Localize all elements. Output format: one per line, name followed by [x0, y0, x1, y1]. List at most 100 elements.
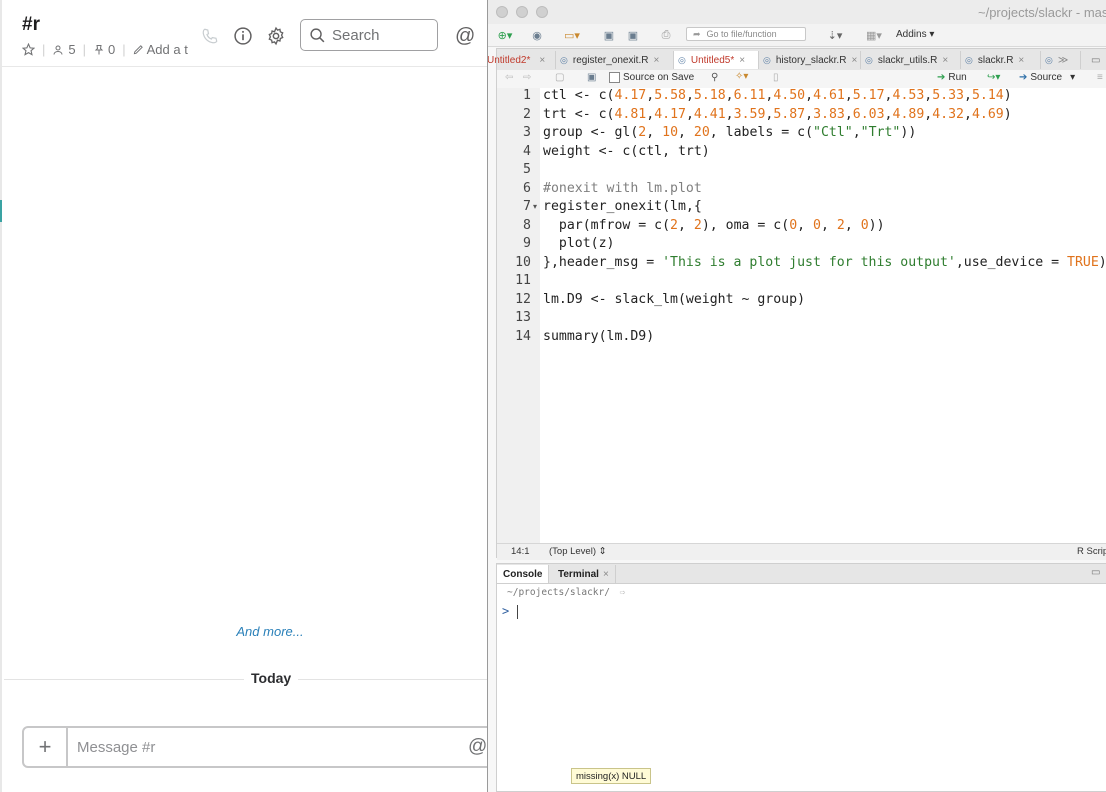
tab-slackr-utils[interactable]: ◎ slackr_utils.R × [861, 51, 961, 69]
r-file-icon: ◎ [560, 54, 568, 65]
line-number: 7 [523, 199, 531, 214]
pencil-icon [133, 45, 143, 55]
tab-terminal[interactable]: Terminal × [552, 565, 616, 583]
goto-file-input[interactable]: ➦ Go to file/function [686, 27, 806, 41]
maximize-pane-icon[interactable]: ▭ [1087, 51, 1106, 69]
gear-icon[interactable] [265, 25, 287, 47]
find-icon[interactable]: ⚲ [711, 72, 718, 83]
save-all-icon[interactable]: ▣ [626, 27, 640, 43]
code-tools-icon[interactable]: ✧▾ [735, 71, 748, 82]
rerun-icon[interactable]: ↪▾ [987, 72, 1000, 83]
outline-icon[interactable]: ≡ [1097, 72, 1103, 83]
fold-arrow-icon[interactable]: ▾ [533, 202, 537, 211]
add-attachment-button[interactable]: + [24, 728, 68, 766]
pinned-button[interactable]: 0 [93, 42, 115, 57]
message-input[interactable]: Message #r [77, 739, 155, 756]
scope-selector[interactable]: (Top Level) ⇕ [549, 546, 607, 557]
channel-title[interactable]: #r [22, 14, 40, 36]
line-number: 9 [523, 236, 531, 251]
tab-history-slackr[interactable]: ◎ history_slackr.R × [759, 51, 861, 69]
tab-label: slackr.R [977, 54, 1014, 66]
new-project-icon[interactable]: ◉ [528, 27, 546, 43]
version-control-icon[interactable]: ⇣▾ [822, 27, 848, 43]
info-icon[interactable] [232, 25, 254, 47]
message-composer[interactable]: + Message #r @ [22, 726, 487, 768]
line-number: 12 [515, 291, 531, 307]
close-icon[interactable]: × [1018, 55, 1024, 66]
r-file-icon: ◎ [865, 54, 873, 65]
file-type-selector[interactable]: R Script [1077, 546, 1106, 557]
checkbox[interactable] [609, 72, 620, 83]
source-button[interactable]: ➔ Source ▾ [1019, 72, 1075, 83]
window-title: ~/projects/slackr - master [978, 5, 1106, 20]
open-file-icon[interactable]: ▭▾ [560, 27, 584, 43]
editor-tabs: Untitled2* × ◎ register_onexit.R × ◎ Untitle… [488, 49, 1106, 71]
line-number: 2 [523, 106, 531, 122]
maximize-pane-icon[interactable]: ▭ [1091, 567, 1100, 578]
close-icon[interactable]: × [851, 55, 857, 66]
tab-slackr[interactable]: ◎ slackr.R × [961, 51, 1041, 69]
compile-report-icon[interactable]: ▯ [773, 72, 779, 83]
code-editor[interactable]: 1 2 3 4 5 6 7 ▾ 8 9 10 11 12 13 14 ctl <… [497, 88, 1106, 543]
pin-icon [94, 44, 104, 54]
rstudio-window: ~/projects/slackr - master ⊕▾ ◉ ▭▾ ▣ ▣ ⎙… [487, 0, 1106, 792]
new-file-icon[interactable]: ⊕▾ [494, 27, 516, 43]
r-file-icon: ◎ [678, 54, 686, 65]
show-in-window-icon[interactable]: ▢ [555, 72, 564, 83]
unread-marker [0, 200, 2, 222]
tab-more[interactable]: ◎ ≫ [1041, 51, 1081, 69]
source-editor-pane: Untitled2* × ◎ register_onexit.R × ◎ Untitle… [488, 48, 1106, 560]
source-on-save-toggle[interactable]: Source on Save [609, 72, 694, 83]
zoom-window-button[interactable] [536, 6, 548, 18]
console-prompt: > [502, 604, 510, 618]
title-bar: ~/projects/slackr - master [488, 0, 1106, 24]
tab-register-onexit[interactable]: ◎ register_onexit.R × [556, 51, 674, 69]
back-icon[interactable]: ⇦ [505, 72, 513, 83]
console-pane: Console Terminal × ▭ ~/projects/slackr/ … [496, 563, 1106, 792]
and-more-link[interactable]: And more... [0, 624, 487, 639]
tab-untitled2[interactable]: Untitled2* × [488, 51, 556, 69]
person-icon [53, 45, 63, 55]
addins-menu[interactable]: Addins ▾ [896, 29, 934, 40]
minimize-window-button[interactable] [516, 6, 528, 18]
chevron-down-icon: ▾ [1070, 72, 1076, 83]
console-tabs: Console Terminal × ▭ [497, 564, 1106, 584]
add-topic-button[interactable]: Add a t [133, 42, 188, 57]
go-to-dir-icon[interactable]: ⇨ [620, 587, 626, 598]
close-icon[interactable]: × [539, 55, 545, 66]
r-file-icon: ◎ [1045, 54, 1053, 65]
save-file-icon[interactable]: ▣ [587, 72, 596, 83]
line-number: 1 [523, 88, 531, 103]
search-input[interactable]: Search [300, 19, 438, 51]
phone-icon[interactable] [199, 25, 221, 47]
tab-label: register_onexit.R [572, 54, 649, 66]
search-placeholder: Search [332, 26, 380, 44]
source-arrow-icon: ➔ [1019, 72, 1028, 83]
r-file-icon: ◎ [965, 54, 973, 65]
tab-console[interactable]: Console [497, 565, 550, 583]
mention-icon[interactable]: @ [468, 736, 487, 758]
members-button[interactable]: 5 [52, 42, 76, 57]
channel-meta: | 5 | 0 | Add a t [22, 42, 188, 57]
run-button[interactable]: ➔ Run [937, 72, 967, 83]
code-line: plot(z) [543, 236, 615, 251]
close-icon[interactable]: × [603, 569, 609, 580]
save-icon[interactable]: ▣ [602, 27, 616, 43]
search-icon [310, 27, 325, 42]
print-icon[interactable]: ⎙ [658, 27, 674, 43]
code-line: register_onexit(lm,{ [543, 199, 702, 214]
tab-untitled5[interactable]: ◎ Untitled5* × [674, 51, 759, 69]
code-line: summary(lm.D9) [543, 328, 655, 344]
star-icon[interactable] [22, 43, 35, 56]
mentions-icon[interactable]: @ [455, 25, 475, 48]
forward-icon[interactable]: ⇨ [523, 72, 531, 83]
console-path: ~/projects/slackr/ [507, 587, 610, 598]
more-tabs-icon[interactable]: ≫ [1058, 55, 1068, 66]
source-label: Source [1030, 72, 1063, 83]
close-icon[interactable]: × [653, 55, 659, 66]
close-icon[interactable]: × [942, 55, 948, 66]
cursor-position: 14:1 [511, 546, 530, 557]
grid-icon[interactable]: ▦▾ [862, 27, 886, 43]
close-icon[interactable]: × [739, 55, 745, 66]
close-window-button[interactable] [496, 6, 508, 18]
